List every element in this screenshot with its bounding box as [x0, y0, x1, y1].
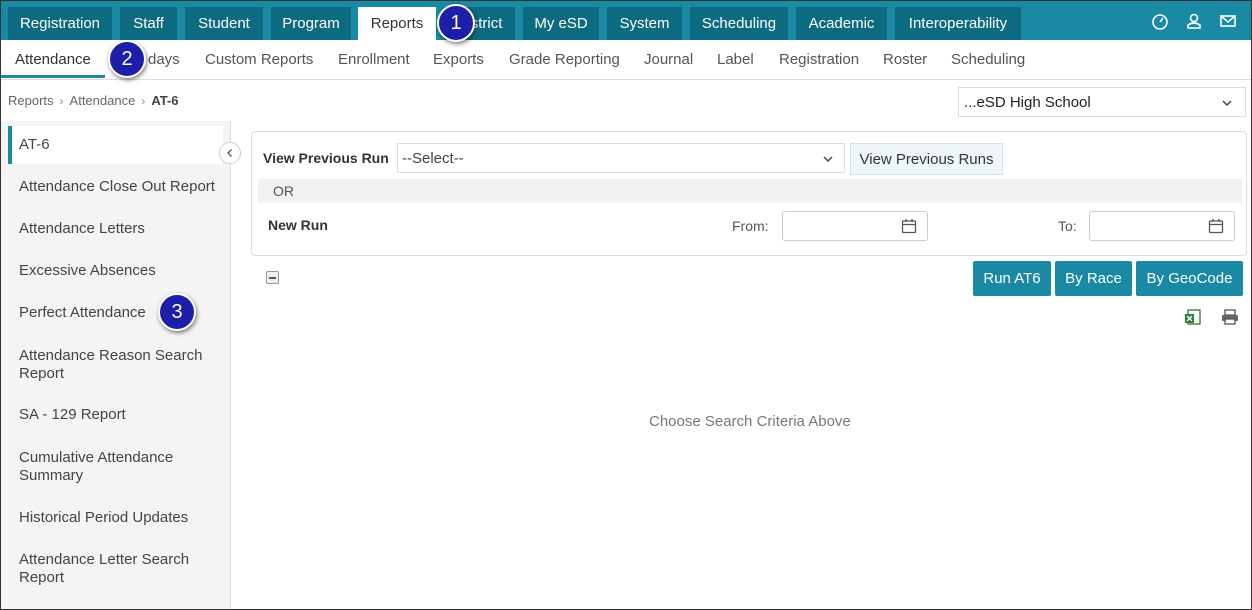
chevron-down-icon: [822, 152, 834, 169]
sidebar-item-attendance-close-out-report[interactable]: Attendance Close Out Report: [19, 178, 219, 196]
by-race-button[interactable]: By Race: [1055, 261, 1132, 296]
subnav-enrollment[interactable]: Enrollment: [338, 40, 410, 79]
subnav-scheduling[interactable]: Scheduling: [951, 40, 1025, 79]
chevron-right-icon: ›: [141, 93, 146, 108]
breadcrumb-attendance[interactable]: Attendance: [70, 93, 136, 108]
sidebar-collapse-button[interactable]: [219, 142, 241, 164]
subnav-roster[interactable]: Roster: [883, 40, 927, 79]
sidebar-item-attendance-letters[interactable]: Attendance Letters: [19, 220, 219, 238]
minus-icon: [269, 276, 276, 279]
previous-run-select-value: --Select--: [402, 149, 464, 167]
tab-student[interactable]: Student: [185, 7, 263, 40]
tab-registration[interactable]: Registration: [8, 7, 112, 40]
subnav-journal[interactable]: Journal: [644, 40, 693, 79]
sidebar: AT-6 Attendance Close Out Report Attenda…: [1, 121, 231, 609]
previous-run-select[interactable]: --Select--: [397, 143, 845, 173]
excel-export-icon[interactable]: [1184, 308, 1202, 326]
breadcrumb-reports[interactable]: Reports: [8, 93, 54, 108]
app-frame: Registration Staff Student Program Repor…: [0, 0, 1252, 610]
tab-program[interactable]: Program: [271, 7, 351, 40]
run-at6-button[interactable]: Run AT6: [973, 261, 1051, 296]
tab-system[interactable]: System: [607, 7, 682, 40]
print-icon[interactable]: [1221, 309, 1239, 325]
breadcrumb: Reports › Attendance › AT-6: [8, 93, 179, 108]
callout-2: 2: [108, 40, 146, 78]
sidebar-item-attendance-letter-search-report[interactable]: Attendance Letter Search Report: [19, 551, 204, 587]
tab-staff[interactable]: Staff: [120, 7, 177, 40]
sidebar-item-attendance-reason-search-report[interactable]: Attendance Reason Search Report: [19, 347, 209, 383]
tab-interoperability[interactable]: Interoperability: [895, 7, 1021, 40]
tab-reports[interactable]: Reports: [358, 7, 436, 40]
school-select[interactable]: ...eSD High School: [958, 87, 1246, 117]
calendar-icon[interactable]: [901, 218, 917, 237]
subnav-custom-reports[interactable]: Custom Reports: [205, 40, 313, 79]
sidebar-item-cumulative-attendance-summary[interactable]: Cumulative Attendance Summary: [19, 449, 194, 485]
chevron-right-icon: ›: [59, 93, 64, 108]
empty-state-message: Choose Search Criteria Above: [649, 413, 851, 430]
or-label: OR: [273, 183, 294, 199]
tab-scheduling[interactable]: Scheduling: [690, 7, 788, 40]
subnav-label[interactable]: Label: [717, 40, 754, 79]
sidebar-item-excessive-absences[interactable]: Excessive Absences: [19, 262, 219, 280]
view-previous-runs-button[interactable]: View Previous Runs: [850, 143, 1003, 175]
school-select-value: ...eSD High School: [964, 93, 1091, 111]
subnav-exports[interactable]: Exports: [433, 40, 484, 79]
to-date-input[interactable]: [1089, 211, 1235, 241]
from-date-input[interactable]: [782, 211, 928, 241]
top-nav: Registration Staff Student Program Repor…: [1, 1, 1251, 40]
or-divider: OR: [258, 179, 1242, 203]
top-nav-icons: [1151, 12, 1237, 30]
dashboard-icon[interactable]: [1151, 12, 1169, 30]
subnav-registration[interactable]: Registration: [779, 40, 859, 79]
new-run-label: New Run: [268, 217, 328, 233]
mail-icon[interactable]: [1219, 12, 1237, 30]
active-subnav-underline: [1, 75, 105, 78]
calendar-icon[interactable]: [1208, 218, 1224, 237]
sub-nav: Attendance days Custom Reports Enrollmen…: [1, 40, 1251, 80]
sidebar-item-at6[interactable]: AT-6: [19, 136, 219, 154]
chevron-left-icon: [227, 149, 232, 157]
to-label: To:: [1058, 218, 1077, 234]
chevron-down-icon: [1221, 96, 1233, 113]
criteria-panel: View Previous Run --Select-- View Previo…: [251, 131, 1247, 256]
tab-my-esd[interactable]: My eSD: [523, 7, 599, 40]
user-icon[interactable]: [1185, 12, 1203, 30]
sidebar-item-historical-period-updates[interactable]: Historical Period Updates: [19, 509, 219, 527]
sidebar-item-sa-129-report[interactable]: SA - 129 Report: [19, 406, 219, 424]
breadcrumb-current: AT-6: [151, 93, 179, 108]
subnav-grade-reporting[interactable]: Grade Reporting: [509, 40, 620, 79]
callout-1: 1: [437, 4, 475, 42]
from-label: From:: [732, 218, 769, 234]
view-previous-run-label: View Previous Run: [263, 150, 389, 166]
collapse-panel-button[interactable]: [266, 271, 279, 284]
tab-academic[interactable]: Academic: [796, 7, 887, 40]
callout-3: 3: [158, 293, 196, 331]
subnav-attendance[interactable]: Attendance: [15, 40, 91, 79]
by-geocode-button[interactable]: By GeoCode: [1136, 261, 1243, 296]
subnav-days[interactable]: days: [148, 40, 180, 79]
